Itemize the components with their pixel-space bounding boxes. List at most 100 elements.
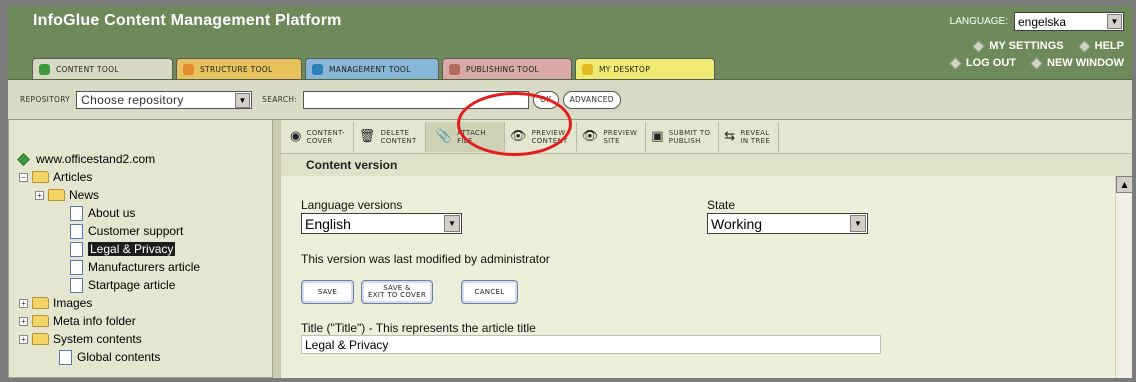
language-select-value: engelska (1018, 14, 1067, 29)
header-links-top: MY SETTINGS HELP (972, 39, 1124, 53)
app-title: InfoGlue Content Management Platform (33, 12, 342, 29)
tab-management-tool[interactable]: MANAGEMENT TOOL (305, 58, 439, 79)
language-select[interactable]: engelska ▼ (1014, 12, 1124, 31)
log-out-link[interactable]: LOG OUT (949, 56, 1016, 70)
expand-icon[interactable]: + (19, 334, 28, 344)
globe-icon: ◉ (290, 128, 302, 144)
app-window: InfoGlue Content Management Platform LAN… (0, 0, 1136, 382)
advanced-search-button[interactable]: ADVANCED (562, 90, 621, 109)
header-links-bottom: LOG OUT NEW WINDOW (949, 56, 1124, 70)
help-link[interactable]: HELP (1077, 39, 1124, 53)
cube-icon (582, 63, 593, 75)
state-label: State (707, 198, 736, 212)
content-tree: www.officestand2.com − Articles + News A… (17, 150, 200, 366)
cube-icon (949, 56, 962, 70)
document-icon (70, 241, 83, 257)
repository-select[interactable]: Choose repository ▼ (76, 90, 253, 109)
tab-structure-tool[interactable]: STRUCTURE TOOL (176, 58, 302, 79)
repository-label: REPOSITORY (20, 95, 71, 104)
cube-icon (39, 63, 50, 75)
save-exit-button[interactable]: SAVE & EXIT TO COVER (361, 280, 433, 304)
publish-icon: ▣ (651, 128, 664, 144)
content-version-heading: Content version (281, 154, 1132, 176)
chevron-down-icon[interactable]: ▼ (1107, 14, 1122, 29)
language-versions-label: Language versions (301, 198, 403, 212)
attach-file-button[interactable]: 📎 ATTACH FILE (425, 121, 505, 152)
cube-icon (972, 39, 986, 53)
paperclip-icon: 📎 (435, 128, 453, 144)
vertical-scrollbar[interactable]: ▲ (1115, 176, 1133, 378)
language-versions-select[interactable]: English ▼ (301, 213, 462, 234)
chevron-down-icon[interactable]: ▼ (235, 92, 251, 108)
eye-icon: 👁 (581, 128, 599, 144)
action-toolbar: ◉ CONTENT- COVER 🗑 DELETE CONTENT 📎 ATTACH… (281, 120, 1132, 154)
arrows-icon: ⇆ (724, 128, 736, 144)
content-cover-button[interactable]: ◉ CONTENT- COVER (285, 121, 354, 152)
state-select[interactable]: Working ▼ (707, 213, 868, 234)
language-selector: LANGUAGE: engelska ▼ (950, 12, 1124, 31)
tree-item-customer-support[interactable]: Customer support (19, 222, 200, 240)
delete-content-button[interactable]: 🗑 DELETE CONTENT (354, 121, 426, 152)
save-button[interactable]: SAVE (301, 280, 354, 304)
expand-icon[interactable]: + (35, 190, 44, 200)
panel-splitter[interactable] (273, 120, 281, 378)
language-label: LANGUAGE: (949, 16, 1008, 27)
folder-open-icon (32, 171, 49, 183)
tree-item-articles[interactable]: − Articles (19, 168, 200, 186)
search-toolbar: REPOSITORY Choose repository ▼ SEARCH: O… (8, 80, 1132, 120)
tool-tabs: CONTENT TOOL STRUCTURE TOOL MANAGEMENT T… (32, 58, 715, 79)
tree-item-global-contents[interactable]: Global contents (19, 348, 200, 366)
folder-icon (48, 189, 65, 201)
tree-item-meta-info-folder[interactable]: + Meta info folder (19, 312, 200, 330)
last-modified-text: This version was last modified by admini… (301, 252, 550, 266)
reveal-in-tree-button[interactable]: ⇆ REVEAL IN TREE (719, 121, 780, 152)
chevron-down-icon[interactable]: ▼ (850, 215, 866, 232)
tree-item-images[interactable]: + Images (19, 294, 200, 312)
new-window-link[interactable]: NEW WINDOW (1030, 56, 1124, 70)
repository-select-value: Choose repository (81, 92, 184, 107)
submit-to-publish-button[interactable]: ▣ SUBMIT TO PUBLISH (646, 121, 720, 152)
preview-site-button[interactable]: 👁 PREVIEW SITE (577, 121, 647, 152)
my-settings-link[interactable]: MY SETTINGS (972, 39, 1064, 53)
search-input[interactable] (303, 90, 530, 109)
ok-button[interactable]: OK (533, 90, 559, 109)
cancel-button[interactable]: CANCEL (461, 280, 518, 304)
content-version-form: ▲ Language versions English ▼ State Work… (281, 176, 1133, 378)
folder-icon (32, 297, 49, 309)
tab-publishing-tool[interactable]: PUBLISHING TOOL (442, 58, 572, 79)
tree-item-startpage-article[interactable]: Startpage article (19, 276, 200, 294)
tree-item-system-contents[interactable]: + System contents (19, 330, 200, 348)
tree-item-manufacturers-article[interactable]: Manufacturers article (19, 258, 200, 276)
tree-item-root[interactable]: www.officestand2.com (17, 150, 200, 168)
title-field[interactable]: Legal & Privacy (301, 335, 881, 354)
cube-icon (449, 63, 460, 75)
folder-icon (32, 315, 49, 327)
document-icon (59, 349, 72, 365)
title-field-label: Title ("Title") - This represents the ar… (301, 321, 536, 335)
search-label: SEARCH: (262, 95, 298, 104)
content-editor: ◉ CONTENT- COVER 🗑 DELETE CONTENT 📎 ATTACH… (281, 120, 1133, 378)
preview-content-button[interactable]: 👁 PREVIEW CONTENT (505, 121, 577, 152)
eye-icon: 👁 (509, 128, 527, 144)
cube-icon (312, 63, 323, 75)
document-icon (70, 277, 83, 293)
trash-icon: 🗑 (358, 128, 376, 144)
tab-my-desktop[interactable]: MY DESKTOP (575, 58, 715, 79)
tree-item-news[interactable]: + News (19, 186, 200, 204)
document-icon (70, 223, 83, 239)
cube-icon (1077, 39, 1091, 53)
folder-icon (32, 333, 49, 345)
collapse-icon[interactable]: − (19, 172, 28, 182)
scroll-up-icon[interactable]: ▲ (1116, 176, 1133, 193)
document-icon (70, 205, 83, 221)
app-header: InfoGlue Content Management Platform LAN… (8, 6, 1132, 80)
expand-icon[interactable]: + (19, 298, 28, 308)
main-area: www.officestand2.com − Articles + News A… (8, 120, 1133, 378)
tree-item-about-us[interactable]: About us (19, 204, 200, 222)
chevron-down-icon[interactable]: ▼ (444, 215, 460, 232)
cube-icon (17, 152, 30, 166)
expand-icon[interactable]: + (19, 316, 28, 326)
tree-item-legal-privacy[interactable]: Legal & Privacy (19, 240, 200, 258)
cube-icon (183, 63, 194, 75)
tab-content-tool[interactable]: CONTENT TOOL (32, 58, 173, 79)
